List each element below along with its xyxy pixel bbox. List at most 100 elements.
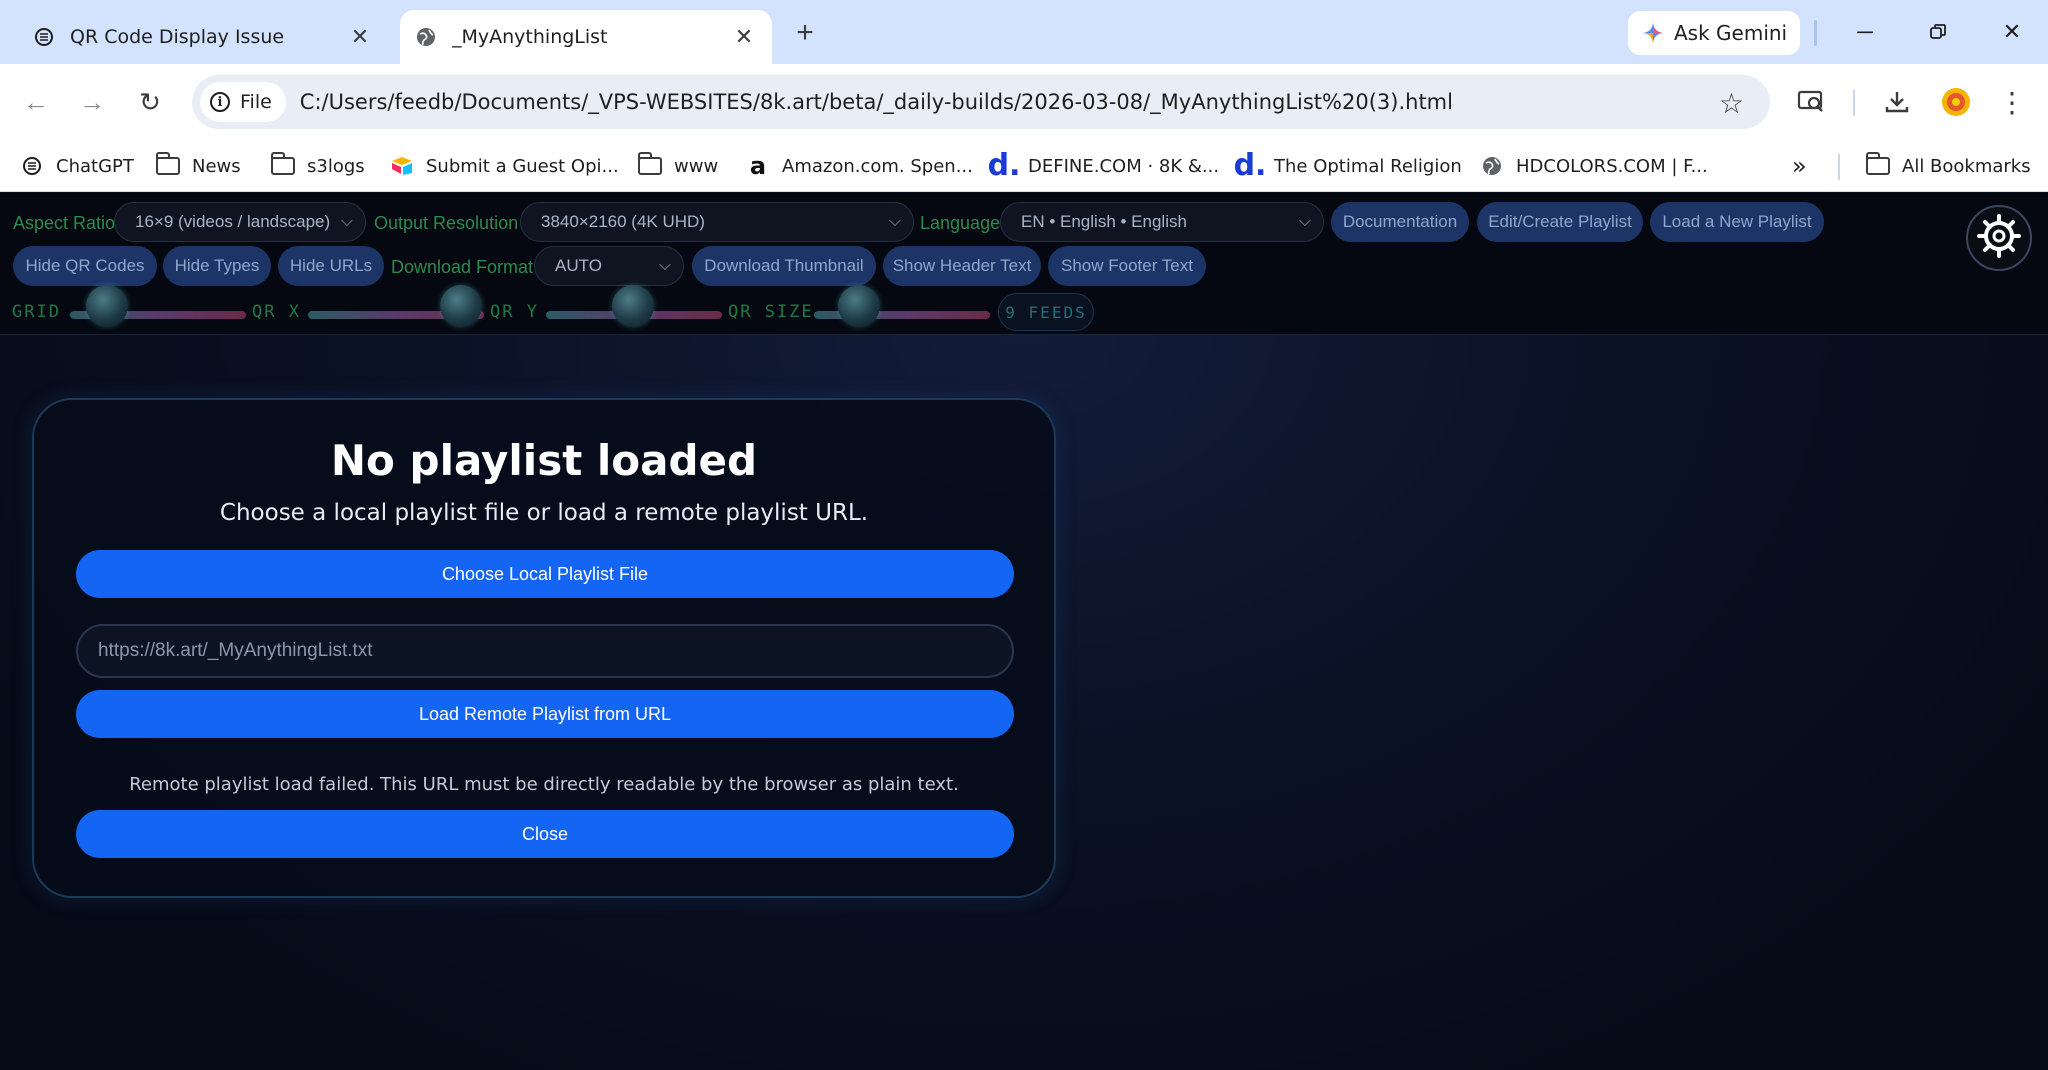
control-bar: Aspect Ratio 16×9 (videos / landscape) ⌵… <box>0 193 2048 335</box>
hide-qr-codes-button[interactable]: Hide QR Codes <box>13 246 157 286</box>
gear-icon <box>1975 212 2023 265</box>
amazon-icon: a <box>749 152 767 180</box>
hide-urls-button[interactable]: Hide URLs <box>278 246 384 286</box>
dialog-title: No playlist loaded <box>330 436 758 485</box>
tab-title: QR Code Display Issue <box>70 26 285 48</box>
error-message: Remote playlist load failed. This URL mu… <box>129 774 959 795</box>
feeds-count-badge: 9 FEEDS <box>998 293 1094 331</box>
playlist-url-input[interactable] <box>76 624 1014 678</box>
settings-button[interactable] <box>1966 205 2032 271</box>
site-chip-label: File <box>240 91 272 113</box>
divider <box>1838 154 1840 180</box>
profile-avatar-icon[interactable] <box>1938 84 1974 120</box>
ask-gemini-button[interactable]: Ask Gemini <box>1628 11 1800 55</box>
page-content: Aspect Ratio 16×9 (videos / landscape) ⌵… <box>0 193 2048 1070</box>
qr-y-slider-handle[interactable] <box>612 285 654 327</box>
bookmark-label: www <box>674 155 719 177</box>
download-icon[interactable] <box>1879 84 1915 120</box>
all-bookmarks-button[interactable]: All Bookmarks <box>1865 150 2031 182</box>
bookmark-star-icon[interactable]: ☆ <box>1719 87 1744 120</box>
show-header-text-button[interactable]: Show Header Text <box>883 246 1041 286</box>
documentation-button[interactable]: Documentation <box>1331 202 1469 242</box>
tab-qr-code-display-issue[interactable]: QR Code Display Issue ✕ <box>18 10 388 64</box>
bookmark-optimal-religion[interactable]: d. The Optimal Religion <box>1234 150 1462 182</box>
aspect-ratio-label: Aspect Ratio <box>13 213 116 233</box>
language-select[interactable]: EN • English • English ⌵ <box>1000 202 1324 242</box>
load-new-playlist-button[interactable]: Load a New Playlist <box>1650 202 1824 242</box>
restore-icon[interactable] <box>1918 14 1958 50</box>
reload-icon[interactable]: ↻ <box>130 82 170 122</box>
hide-types-button[interactable]: Hide Types <box>163 246 271 286</box>
site-info-chip[interactable]: i File <box>200 82 286 122</box>
gemini-label: Ask Gemini <box>1674 21 1788 45</box>
divider <box>1814 20 1817 46</box>
bookmark-amazon[interactable]: a Amazon.com. Spen... <box>746 150 973 182</box>
qr-y-slider-label: QR Y <box>490 302 539 322</box>
grid-slider-label: GRID <box>12 302 61 322</box>
download-format-value: AUTO <box>555 256 602 275</box>
chatgpt-icon <box>20 154 44 178</box>
aspect-ratio-select[interactable]: 16×9 (videos / landscape) ⌵ <box>114 202 366 242</box>
no-playlist-dialog: No playlist loaded Choose a local playli… <box>32 398 1056 898</box>
tab-myanythinglist[interactable]: _MyAnythingList ✕ <box>400 10 772 64</box>
load-remote-playlist-button[interactable]: Load Remote Playlist from URL <box>76 690 1014 738</box>
bookmarks-bar: ChatGPT News s3logs Submit a Guest Opi..… <box>0 140 2048 192</box>
bookmarks-overflow-button[interactable]: » <box>1792 150 1807 182</box>
close-window-icon[interactable]: ✕ <box>1992 14 2032 50</box>
lens-icon[interactable] <box>1793 84 1829 120</box>
gemini-icon <box>1642 22 1664 44</box>
new-tab-button[interactable]: + <box>788 16 822 50</box>
dialog-subtitle: Choose a local playlist file or load a r… <box>219 500 869 526</box>
qr-size-slider-label: QR SIZE <box>728 302 814 322</box>
bookmark-news[interactable]: News <box>155 150 241 182</box>
aspect-ratio-value: 16×9 (videos / landscape) <box>135 212 331 231</box>
qr-size-slider-handle[interactable] <box>838 285 880 327</box>
bookmark-label: HDCOLORS.COM | F... <box>1516 155 1708 177</box>
bookmark-label: Amazon.com. Spen... <box>782 155 973 177</box>
bookmark-hdcolors[interactable]: HDCOLORS.COM | F... <box>1480 150 1708 182</box>
back-icon[interactable]: ← <box>16 82 56 122</box>
edit-create-playlist-button[interactable]: Edit/Create Playlist <box>1477 202 1643 242</box>
bookmark-s3logs[interactable]: s3logs <box>270 150 365 182</box>
output-resolution-select[interactable]: 3840×2160 (4K UHD) ⌵ <box>520 202 914 242</box>
bookmark-label: The Optimal Religion <box>1274 155 1462 177</box>
qr-x-slider-label: QR X <box>252 302 301 322</box>
grid-slider-handle[interactable] <box>86 285 128 327</box>
bookmark-label: Submit a Guest Opi... <box>426 155 619 177</box>
bookmark-label: DEFINE.COM · 8K &... <box>1028 155 1220 177</box>
choose-local-playlist-button[interactable]: Choose Local Playlist File <box>76 550 1014 598</box>
close-icon[interactable]: ✕ <box>732 25 756 50</box>
bookmark-www[interactable]: www <box>637 150 719 182</box>
url-text[interactable]: C:/Users/feedb/Documents/_VPS-WEBSITES/8… <box>300 90 1453 114</box>
qr-x-slider-handle[interactable] <box>440 285 482 327</box>
folder-icon <box>155 152 180 178</box>
output-resolution-label: Output Resolution <box>374 213 519 233</box>
bookmark-guest-opinion[interactable]: Submit a Guest Opi... <box>390 150 619 182</box>
bookmark-chatgpt[interactable]: ChatGPT <box>20 150 134 182</box>
forward-icon[interactable]: → <box>72 82 112 122</box>
tab-strip: QR Code Display Issue ✕ _MyAnythingList … <box>0 0 2048 64</box>
download-thumbnail-button[interactable]: Download Thumbnail <box>692 246 876 286</box>
globe-icon <box>414 25 438 49</box>
browser-toolbar: ← → ↻ i File C:/Users/feedb/Documents/_V… <box>0 64 2048 140</box>
bookmark-label: News <box>192 155 241 177</box>
chevron-down-icon: ⌵ <box>1298 213 1311 230</box>
divider <box>1853 90 1855 116</box>
language-label: Language <box>920 213 1001 233</box>
tab-title: _MyAnythingList <box>452 26 608 48</box>
folder-icon <box>637 152 662 178</box>
show-footer-text-button[interactable]: Show Footer Text <box>1048 246 1206 286</box>
minimize-icon[interactable]: ─ <box>1845 14 1885 50</box>
bookmark-define[interactable]: d. DEFINE.COM · 8K &... <box>988 150 1220 182</box>
address-bar[interactable]: i File C:/Users/feedb/Documents/_VPS-WEB… <box>192 75 1770 129</box>
bookmark-label: All Bookmarks <box>1902 155 2031 177</box>
bookmark-label: s3logs <box>307 155 365 177</box>
info-icon: i <box>210 92 230 112</box>
chevron-down-icon: ⌵ <box>340 213 353 230</box>
close-icon[interactable]: ✕ <box>348 25 372 50</box>
download-format-select[interactable]: AUTO ⌵ <box>534 246 684 286</box>
output-resolution-value: 3840×2160 (4K UHD) <box>541 212 705 231</box>
menu-kebab-icon[interactable]: ⋮ <box>1994 84 2030 120</box>
language-value: EN • English • English <box>1021 212 1187 231</box>
close-dialog-button[interactable]: Close <box>76 810 1014 858</box>
